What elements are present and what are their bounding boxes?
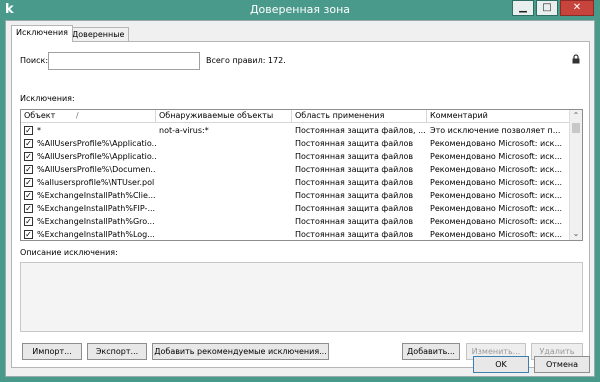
- cell-detected: [156, 163, 292, 177]
- cell-object: %allusersprofile%\NTUser.pol: [37, 178, 155, 187]
- cell-detected: [156, 176, 292, 190]
- table-row[interactable]: ✓ %AllUsersProfile%\Applicatio... Постоянн…: [21, 137, 570, 151]
- cell-scope: Постоянная защита файлов: [295, 217, 414, 226]
- scroll-up-icon[interactable]: ⌃: [570, 110, 582, 122]
- cell-object: %ExchangeInstallPath%Clie...: [37, 191, 156, 200]
- cell-comment: Рекомендовано Microsoft: иск...: [430, 165, 563, 174]
- cell-scope: Постоянная защита файлов: [295, 139, 414, 148]
- cell-object: %AllUsersProfile%\Documen...: [37, 165, 156, 174]
- sort-indicator-icon: /: [75, 111, 79, 120]
- tab-trusted-processes[interactable]: Доверенные процессы: [67, 27, 130, 52]
- table-row[interactable]: ✓ * not-a-virus:* Постоянная защита файлов,…: [21, 124, 570, 138]
- cell-comment: Рекомендовано Microsoft: иск...: [430, 217, 563, 226]
- export-button[interactable]: Экспорт...: [87, 343, 147, 360]
- column-header-object-label: Объект: [24, 111, 56, 120]
- minimize-button[interactable]: ▁: [512, 0, 534, 16]
- cell-object: %AllUsersProfile%\Applicatio...: [37, 139, 156, 148]
- row-checkbox[interactable]: ✓: [24, 178, 33, 187]
- cell-comment: Рекомендовано Microsoft: иск...: [430, 191, 563, 200]
- minimize-icon: ▁: [519, 2, 527, 13]
- search-input[interactable]: [48, 52, 200, 70]
- cell-comment: Рекомендовано Microsoft: иск...: [430, 139, 563, 148]
- table-row[interactable]: ✓ %ExchangeInstallPath%Clie... Постоянная …: [21, 189, 570, 203]
- cell-scope: Постоянная защита файлов: [295, 230, 414, 239]
- table-row[interactable]: ✓ %ExchangeInstallPath%Gro... Постоянная з…: [21, 215, 570, 229]
- description-box: [20, 262, 583, 332]
- exclusions-panel: Поиск: Всего правил: 172. Исключения: Об…: [11, 41, 590, 368]
- cell-object: %ExchangeInstallPath%Log...: [37, 230, 155, 239]
- column-header-detected[interactable]: Обнаруживаемые объекты: [156, 110, 292, 123]
- cell-comment: Это исключение позволяет п...: [430, 126, 561, 135]
- cell-object: %ExchangeInstallPath%FIP-...: [37, 204, 156, 213]
- close-icon: ✕: [572, 2, 582, 13]
- scroll-down-icon[interactable]: ⌄: [570, 228, 582, 240]
- cell-scope: Постоянная защита файлов: [295, 165, 414, 174]
- title-bar[interactable]: k Доверенная зона ▁ □ ✕: [0, 0, 600, 20]
- row-checkbox[interactable]: ✓: [24, 191, 33, 200]
- table-row[interactable]: ✓ %AllUsersProfile%\Documen... Постоянная …: [21, 163, 570, 177]
- table-header: Объект / Обнаруживаемые объекты Область …: [21, 110, 570, 123]
- cell-scope: Постоянная защита файлов: [295, 178, 414, 187]
- cell-detected: [156, 215, 292, 229]
- row-checkbox[interactable]: ✓: [24, 126, 33, 135]
- cell-detected: [156, 189, 292, 203]
- row-checkbox[interactable]: ✓: [24, 204, 33, 213]
- cell-detected: not-a-virus:*: [159, 126, 209, 135]
- table-row[interactable]: ✓ %AllUsersProfile%\Applicatio... Постоянн…: [21, 150, 570, 164]
- maximize-button[interactable]: □: [536, 0, 558, 16]
- cell-detected: [156, 228, 292, 240]
- cell-scope: Постоянная защита файлов: [295, 204, 414, 213]
- import-button[interactable]: Импорт...: [22, 343, 82, 360]
- cell-comment: Рекомендовано Microsoft: иск...: [430, 230, 563, 239]
- column-header-scope[interactable]: Область применения: [292, 110, 427, 123]
- cell-scope: Постоянная защита файлов: [295, 191, 414, 200]
- row-checkbox[interactable]: ✓: [24, 230, 33, 239]
- lock-icon[interactable]: [571, 54, 581, 64]
- ok-button[interactable]: OK: [473, 356, 529, 373]
- cancel-button[interactable]: Отмена: [534, 356, 590, 373]
- row-checkbox[interactable]: ✓: [24, 152, 33, 161]
- cell-comment: Рекомендовано Microsoft: иск...: [430, 152, 563, 161]
- cell-detected: [156, 150, 292, 164]
- cell-detected: [156, 202, 292, 216]
- dialog-client-area: Исключения Доверенные процессы Поиск: Вс…: [5, 20, 595, 377]
- dialog-window: k Доверенная зона ▁ □ ✕ Исключения Довер…: [0, 0, 600, 382]
- description-label: Описание исключения:: [20, 248, 118, 257]
- scroll-thumb[interactable]: [572, 123, 580, 133]
- row-checkbox[interactable]: ✓: [24, 139, 33, 148]
- cell-object: *: [37, 126, 41, 135]
- table-row[interactable]: ✓ %allusersprofile%\NTUser.pol Постоянная …: [21, 176, 570, 190]
- cell-object: %AllUsersProfile%\Applicatio...: [37, 152, 156, 161]
- add-button[interactable]: Добавить...: [402, 343, 460, 360]
- cell-comment: Рекомендовано Microsoft: иск...: [430, 178, 563, 187]
- table-row[interactable]: ✓ %ExchangeInstallPath%FIP-... Постоянная …: [21, 202, 570, 216]
- cell-detected: [156, 137, 292, 151]
- column-header-object[interactable]: Объект /: [21, 110, 156, 123]
- cell-comment: Рекомендовано Microsoft: иск...: [430, 204, 563, 213]
- maximize-icon: □: [542, 2, 552, 13]
- cell-object: %ExchangeInstallPath%Gro...: [37, 217, 155, 226]
- table-vertical-scrollbar[interactable]: ⌃ ⌄: [569, 110, 582, 240]
- row-checkbox[interactable]: ✓: [24, 217, 33, 226]
- exclusions-label: Исключения:: [20, 94, 75, 103]
- tab-exclusions[interactable]: Исключения: [11, 25, 73, 42]
- table-row[interactable]: ✓ %ExchangeInstallPath%Log... Постоянная з…: [21, 228, 570, 240]
- close-button[interactable]: ✕: [560, 0, 594, 16]
- add-recommended-button[interactable]: Добавить рекомендуемые исключения...: [152, 343, 329, 360]
- cell-scope: Постоянная защита файлов: [295, 152, 414, 161]
- exclusions-table[interactable]: Объект / Обнаруживаемые объекты Область …: [20, 109, 583, 241]
- total-rules-text: Всего правил: 172.: [206, 56, 286, 65]
- cell-scope: Постоянная защита файлов, ...: [295, 126, 426, 135]
- window-title: Доверенная зона: [249, 3, 351, 16]
- column-header-comment[interactable]: Комментарий: [427, 110, 570, 123]
- row-checkbox[interactable]: ✓: [24, 165, 33, 174]
- search-label: Поиск:: [20, 56, 49, 65]
